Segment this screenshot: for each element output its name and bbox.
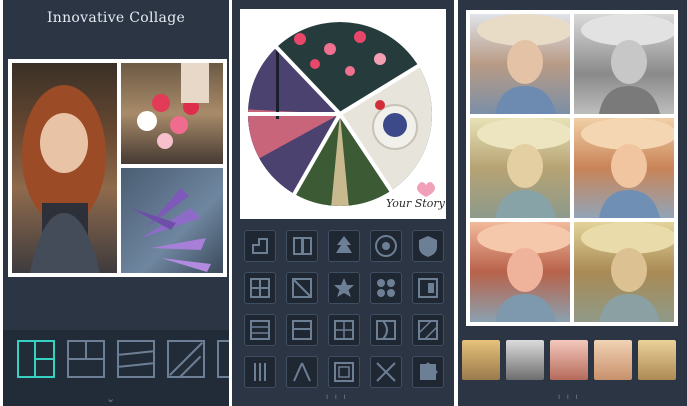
shape-stair-icon[interactable] [244, 230, 276, 262]
photo-cell-purple-flower[interactable] [121, 168, 223, 273]
filter-thumb-warm[interactable] [462, 340, 500, 380]
shape-columns-icon[interactable] [244, 356, 276, 388]
shape-puzzle-icon[interactable] [412, 356, 444, 388]
circle-collage-illustration [238, 7, 448, 221]
shape-star-icon[interactable] [328, 272, 360, 304]
shape-target-icon[interactable] [370, 230, 402, 262]
filter-tile-4[interactable] [574, 118, 674, 218]
collage-preview: Your Story [238, 7, 448, 221]
screen-collage-editor: Innovative Collage ⌄ [3, 0, 229, 406]
filter-tile-6[interactable] [574, 222, 674, 322]
filter-tile-3[interactable] [470, 118, 570, 218]
shape-arc-icon[interactable] [370, 314, 402, 346]
filter-collage-grid [466, 10, 678, 326]
layout-picker-bar: ⌄ [3, 330, 229, 406]
shape-circles-icon[interactable] [370, 272, 402, 304]
shape-split-icon[interactable] [286, 314, 318, 346]
screen-filter-grid: ı ı ı [458, 0, 687, 406]
filter-thumb-peach[interactable] [594, 340, 632, 380]
filter-thumb-gold[interactable] [638, 340, 676, 380]
app-title: Innovative Collage [46, 10, 186, 26]
filter-tile-5[interactable] [470, 222, 570, 322]
shape-quad-icon[interactable] [328, 314, 360, 346]
shape-fan-icon[interactable] [286, 356, 318, 388]
shape-frame-icon[interactable] [412, 272, 444, 304]
filter-thumb-mono[interactable] [506, 340, 544, 380]
shape-window-icon[interactable] [328, 356, 360, 388]
pager-indicator: ı ı ı [326, 392, 348, 401]
layout-option-stripes[interactable] [117, 340, 155, 378]
photo-cell-flowers[interactable] [121, 63, 223, 164]
portrait-illustration [22, 85, 106, 273]
layout-option-partial[interactable] [217, 340, 229, 378]
photo-cell-portrait[interactable] [12, 63, 117, 273]
shape-slant-icon[interactable] [286, 272, 318, 304]
flowers-illustration [137, 63, 209, 149]
filter-tile-1[interactable] [470, 14, 570, 114]
shape-grid-icon[interactable] [244, 272, 276, 304]
screen-collage-shapes: Your Story ı ı ı [232, 0, 454, 406]
shape-grid [232, 222, 454, 406]
shape-cross-icon[interactable] [370, 356, 402, 388]
filter-pager-indicator: ı ı ı [558, 392, 580, 401]
shape-blocks-icon[interactable] [286, 230, 318, 262]
layout-option-top-split[interactable] [67, 340, 105, 378]
filter-thumb-rose[interactable] [550, 340, 588, 380]
shape-tree-icon[interactable] [328, 230, 360, 262]
heart-icon [417, 182, 435, 197]
layout-option-diagonal[interactable] [167, 340, 205, 379]
shape-shield-icon[interactable] [412, 230, 444, 262]
chevron-down-icon[interactable]: ⌄ [106, 392, 115, 405]
layout-option-two-column[interactable] [17, 340, 55, 378]
filter-tile-2[interactable] [574, 14, 674, 114]
purple-flower-illustration [131, 188, 211, 272]
shape-brick-icon[interactable] [244, 314, 276, 346]
shape-hatch-icon[interactable] [412, 314, 444, 346]
collage-canvas [8, 59, 227, 277]
your-story-tag: Your Story [386, 197, 445, 210]
